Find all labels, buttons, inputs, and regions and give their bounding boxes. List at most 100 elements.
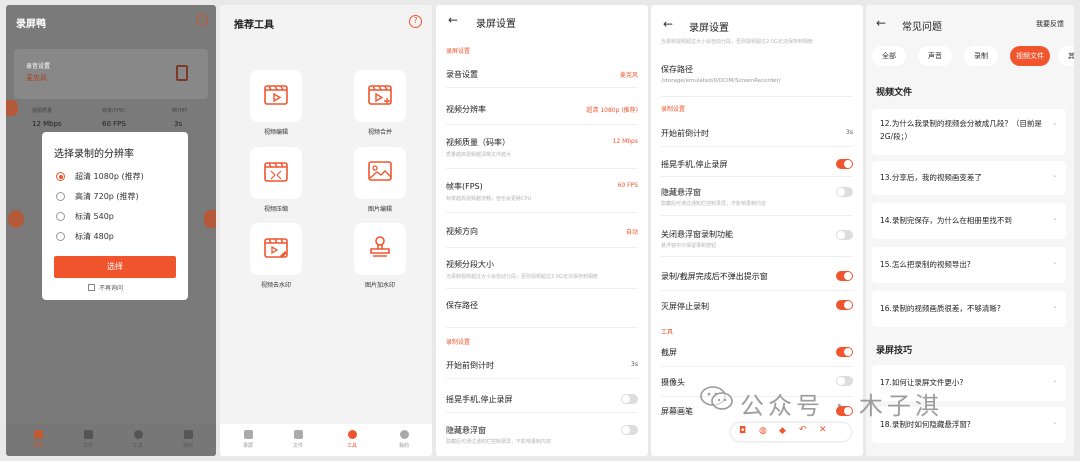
camera-toggle[interactable] xyxy=(836,376,853,386)
dialog-title: 选择录制的分辨率 xyxy=(54,149,134,160)
setting-screen-off-stop[interactable]: 灭屏停止录制 xyxy=(661,293,853,321)
stamp-icon xyxy=(370,236,390,257)
setting-hide-float[interactable]: 隐藏悬浮窗 隐藏后可通过通知栏控制录屏，不影响录制内容 xyxy=(661,180,853,216)
faq-item[interactable]: 13.分享后，我的视频画变差了 ⌄ xyxy=(872,161,1066,195)
tool-video-edit[interactable] xyxy=(250,70,302,122)
faq-item[interactable]: 16.录制的视频画质很差，不够清晰? ⌄ xyxy=(872,291,1066,327)
faq-item[interactable]: 12.为什么我录制的视频会分被成几段？（目前是2G/段；） ⌄ xyxy=(872,109,1066,155)
back-icon[interactable]: ← xyxy=(663,17,673,31)
setting-shake-stop[interactable]: 摇晃手机,停止录屏 xyxy=(661,151,853,177)
chip-video-file[interactable]: 视频文件 xyxy=(1010,46,1050,66)
tool-video-merge[interactable] xyxy=(354,70,406,122)
setting-close-float-record[interactable]: 关闭悬浮窗录制功能 悬浮窗中只保留录制按钮 xyxy=(661,221,853,257)
nav-mine[interactable]: 我的 xyxy=(384,430,424,449)
help-icon[interactable]: ? xyxy=(196,14,208,26)
nav-label: 录屏 xyxy=(32,443,43,449)
tool-video-watermark[interactable] xyxy=(250,223,302,275)
chevron-down-icon: ⌄ xyxy=(1052,119,1058,127)
nav-tools[interactable]: 工具 xyxy=(118,430,158,449)
faq-question: 13.分享后，我的视频画变差了 xyxy=(880,173,982,182)
faq-item[interactable]: 15.怎么把录制的视频导出? ⌄ xyxy=(872,247,1066,283)
tool-screenshot[interactable]: 截屏 xyxy=(661,339,853,367)
faq-item[interactable]: 14.录制完保存，为什么在相册里找不到 ⌄ xyxy=(872,203,1066,239)
setting-no-popup[interactable]: 录制/截屏完成后不弹出提示窗 xyxy=(661,261,853,291)
setting-fps[interactable]: 帧率(FPS) 帧率越高视频越流畅，但也会更耗CPU 60 FPS xyxy=(446,173,638,213)
stat-value: 60 FPS xyxy=(102,120,126,128)
stat-label: 视频质量 xyxy=(32,108,53,114)
feedback-link[interactable]: 我要反馈 xyxy=(1036,19,1064,29)
radio-720p[interactable] xyxy=(56,192,65,201)
screen-off-stop-toggle[interactable] xyxy=(836,300,853,310)
radio-1080p[interactable] xyxy=(56,172,65,181)
setting-label: 摇晃手机,停止录屏 xyxy=(661,160,728,169)
tool-video-compress[interactable] xyxy=(250,147,302,199)
back-icon[interactable]: ← xyxy=(876,16,886,30)
resolution-dialog: 选择录制的分辨率 超清 1080p (推荐) 高清 720p (推荐) 标清 5… xyxy=(42,132,188,300)
back-icon[interactable]: ← xyxy=(448,13,458,27)
setting-label: 关闭悬浮窗录制功能 xyxy=(661,230,733,239)
setting-save-path[interactable]: 保存路径 xyxy=(446,292,638,328)
setting-desc: 质量越高视频越清晰文件越大 xyxy=(446,152,512,158)
setting-countdown[interactable]: 开始前倒计时 3s xyxy=(661,117,853,147)
nav-mine[interactable]: 我的 xyxy=(168,430,208,449)
nav-label: 我的 xyxy=(398,443,409,449)
setting-label: 视频方向 xyxy=(446,227,478,236)
record-float-icon[interactable] xyxy=(204,210,216,228)
phone-icon xyxy=(176,65,188,81)
tool-label: 视频压缩 xyxy=(263,206,288,213)
chip-record[interactable]: 录制 xyxy=(964,46,998,66)
setting-countdown[interactable]: 开始前倒计时 3s xyxy=(446,351,638,379)
tool-image-watermark[interactable] xyxy=(354,223,406,275)
camera-icon[interactable]: ◘ xyxy=(739,426,746,436)
setting-value: 超清 1080p (推荐) xyxy=(586,107,638,114)
setting-save-path[interactable]: 保存路径 /storage/emulated/0/DCIM/ScreenReco… xyxy=(661,55,853,97)
setting-audio[interactable]: 录音设置 麦克风 xyxy=(446,60,638,88)
close-icon[interactable]: ✕ xyxy=(819,425,827,435)
chip-all[interactable]: 全部 xyxy=(872,46,906,66)
radio-540p[interactable] xyxy=(56,212,65,221)
nav-tools[interactable]: 工具 xyxy=(332,430,372,449)
palette-icon[interactable]: ◍ xyxy=(759,426,767,436)
page-title: 录屏设置 xyxy=(689,23,729,34)
setting-orientation[interactable]: 视频方向 自动 xyxy=(446,216,638,248)
section-label: 录屏设置 xyxy=(446,48,471,55)
record-settings-card[interactable]: 录音设置 麦克风 xyxy=(14,49,208,99)
help-icon[interactable]: ? xyxy=(409,15,422,28)
setting-quality[interactable]: 视频质量（码率） 质量越高视频越清晰文件越大 12 Mbps xyxy=(446,129,638,169)
setting-hide-float[interactable]: 隐藏悬浮窗 隐藏后可通过通知栏控制录屏，不影响录制内容 xyxy=(446,417,638,453)
nav-record[interactable]: 录屏 xyxy=(18,430,58,449)
brush-float-icon[interactable] xyxy=(8,210,24,228)
nav-record[interactable]: 录屏 xyxy=(228,430,268,449)
setting-label: 隐藏悬浮窗 xyxy=(446,426,486,435)
screenshot-toggle[interactable] xyxy=(836,347,853,357)
nav-label: 录屏 xyxy=(242,443,253,449)
shake-stop-toggle[interactable] xyxy=(836,159,853,169)
setting-segment-size[interactable]: 视频分段大小 当录制视频超过大小会自动分段，否则视频超过2.0G无法保存到相册 xyxy=(446,251,638,289)
eraser-icon[interactable]: ◆ xyxy=(779,426,786,436)
section-title: 录屏技巧 xyxy=(876,346,913,356)
radio-480p[interactable] xyxy=(56,232,65,241)
confirm-button[interactable]: 选择 xyxy=(54,256,176,278)
stat-value: 3s xyxy=(174,120,183,128)
hide-float-toggle[interactable] xyxy=(621,425,638,435)
setting-label: 帧率(FPS) xyxy=(446,182,483,191)
setting-label: 摇晃手机,停止录屏 xyxy=(446,395,513,404)
no-popup-toggle[interactable] xyxy=(836,271,853,281)
nav-files[interactable]: 文件 xyxy=(278,430,318,449)
setting-resolution[interactable]: 视频分辨率 超清 1080p (推荐) xyxy=(446,93,638,125)
tool-image-edit[interactable] xyxy=(354,147,406,199)
page-title: 录屏设置 xyxy=(476,19,516,30)
undo-icon[interactable]: ↶ xyxy=(799,425,807,435)
chip-sound[interactable]: 声音 xyxy=(918,46,952,66)
nav-files[interactable]: 文件 xyxy=(68,430,108,449)
no-ask-checkbox[interactable] xyxy=(88,284,95,291)
close-float-toggle[interactable] xyxy=(836,230,853,240)
setting-shake-stop[interactable]: 摇晃手机,停止录屏 xyxy=(446,385,638,413)
hide-float-toggle[interactable] xyxy=(836,187,853,197)
nav-label: 文件 xyxy=(82,443,93,449)
chip-other[interactable]: 其他 xyxy=(1058,46,1074,66)
shake-stop-toggle[interactable] xyxy=(621,394,638,404)
setting-label: 开始前倒计时 xyxy=(446,361,494,370)
tool-label: 视频去水印 xyxy=(260,282,291,289)
chevron-down-icon: ⌄ xyxy=(1052,171,1058,179)
